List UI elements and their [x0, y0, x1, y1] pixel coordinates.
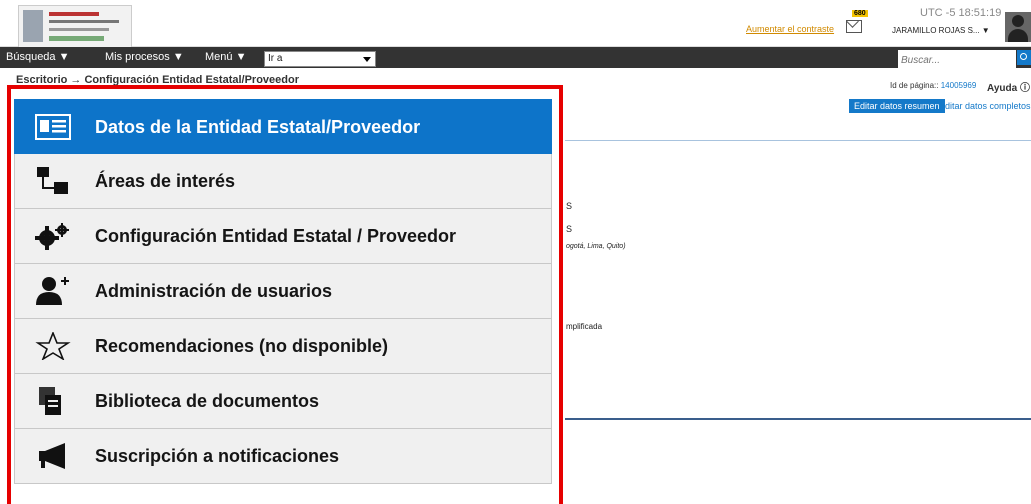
menu-item-biblioteca[interactable]: Biblioteca de documentos: [14, 374, 552, 429]
page-id: Id de página:: 14005969: [890, 81, 977, 90]
background-text: S: [566, 201, 573, 211]
megaphone-icon: [39, 443, 65, 469]
background-text: S: [566, 224, 573, 234]
menu-item-label: Biblioteca de documentos: [95, 391, 320, 411]
main-navbar: Búsqueda ▼ Mis procesos ▼ Menú ▼: [0, 47, 1031, 68]
menu-item-label: Datos de la Entidad Estatal/Proveedor: [95, 117, 421, 137]
menu-item-areas-interes[interactable]: Áreas de interés: [14, 154, 552, 209]
timezone-clock: UTC -5 18:51:19: [920, 7, 1002, 19]
settings-menu: Datos de la Entidad Estatal/Proveedor Ár…: [14, 99, 552, 484]
mail-count-badge: 680: [852, 10, 868, 17]
menu-item-label: Recomendaciones (no disponible): [95, 336, 389, 356]
help-link[interactable]: Ayuda ⓘ: [987, 79, 1030, 94]
divider: [565, 140, 1031, 141]
edit-full-link[interactable]: Editar datos completos: [939, 101, 1031, 111]
hierarchy-icon: [37, 167, 68, 194]
search-input[interactable]: [898, 53, 1016, 68]
menu-item-datos-entidad[interactable]: Datos de la Entidad Estatal/Proveedor: [14, 99, 552, 154]
menu-item-recomendaciones[interactable]: Recomendaciones (no disponible): [14, 319, 552, 374]
menu-item-configuracion[interactable]: Configuración Entidad Estatal / Proveedo…: [14, 209, 552, 264]
avatar[interactable]: [1005, 12, 1031, 42]
add-user-icon: [36, 277, 69, 305]
documents-icon: [39, 387, 61, 415]
menu-item-label: Suscripción a notificaciones: [95, 446, 340, 466]
nav-menu[interactable]: Menú ▼: [205, 51, 246, 63]
search-icon[interactable]: [1017, 50, 1031, 65]
top-header: Aumentar el contraste 680 UTC -5 18:51:1…: [0, 0, 1031, 49]
menu-item-suscripcion[interactable]: Suscripción a notificaciones: [14, 429, 552, 484]
site-logo[interactable]: [18, 5, 132, 49]
star-icon: [35, 332, 71, 360]
user-menu[interactable]: JARAMILLO ROJAS S... ▼: [892, 26, 990, 35]
goto-select[interactable]: Ir a: [264, 51, 376, 67]
menu-item-label: Áreas de interés: [95, 171, 236, 191]
edit-summary-button[interactable]: Editar datos resumen: [849, 99, 945, 113]
nav-busqueda[interactable]: Búsqueda ▼: [6, 51, 70, 63]
background-text: mplificada: [566, 322, 603, 331]
menu-item-label: Configuración Entidad Estatal / Proveedo…: [95, 226, 457, 246]
gears-icon: [35, 223, 69, 250]
nav-mis-procesos[interactable]: Mis procesos ▼: [105, 51, 184, 63]
menu-item-label: Administración de usuarios: [95, 281, 333, 301]
id-card-icon: [35, 114, 71, 140]
mail-icon[interactable]: [846, 20, 862, 33]
increase-contrast-link[interactable]: Aumentar el contraste: [746, 24, 834, 34]
search-box: [898, 50, 1016, 68]
background-text: ogotá, Lima, Quito): [566, 243, 626, 250]
chevron-down-icon: [363, 57, 371, 62]
menu-item-administracion-usuarios[interactable]: Administración de usuarios: [14, 264, 552, 319]
divider: [565, 418, 1031, 420]
